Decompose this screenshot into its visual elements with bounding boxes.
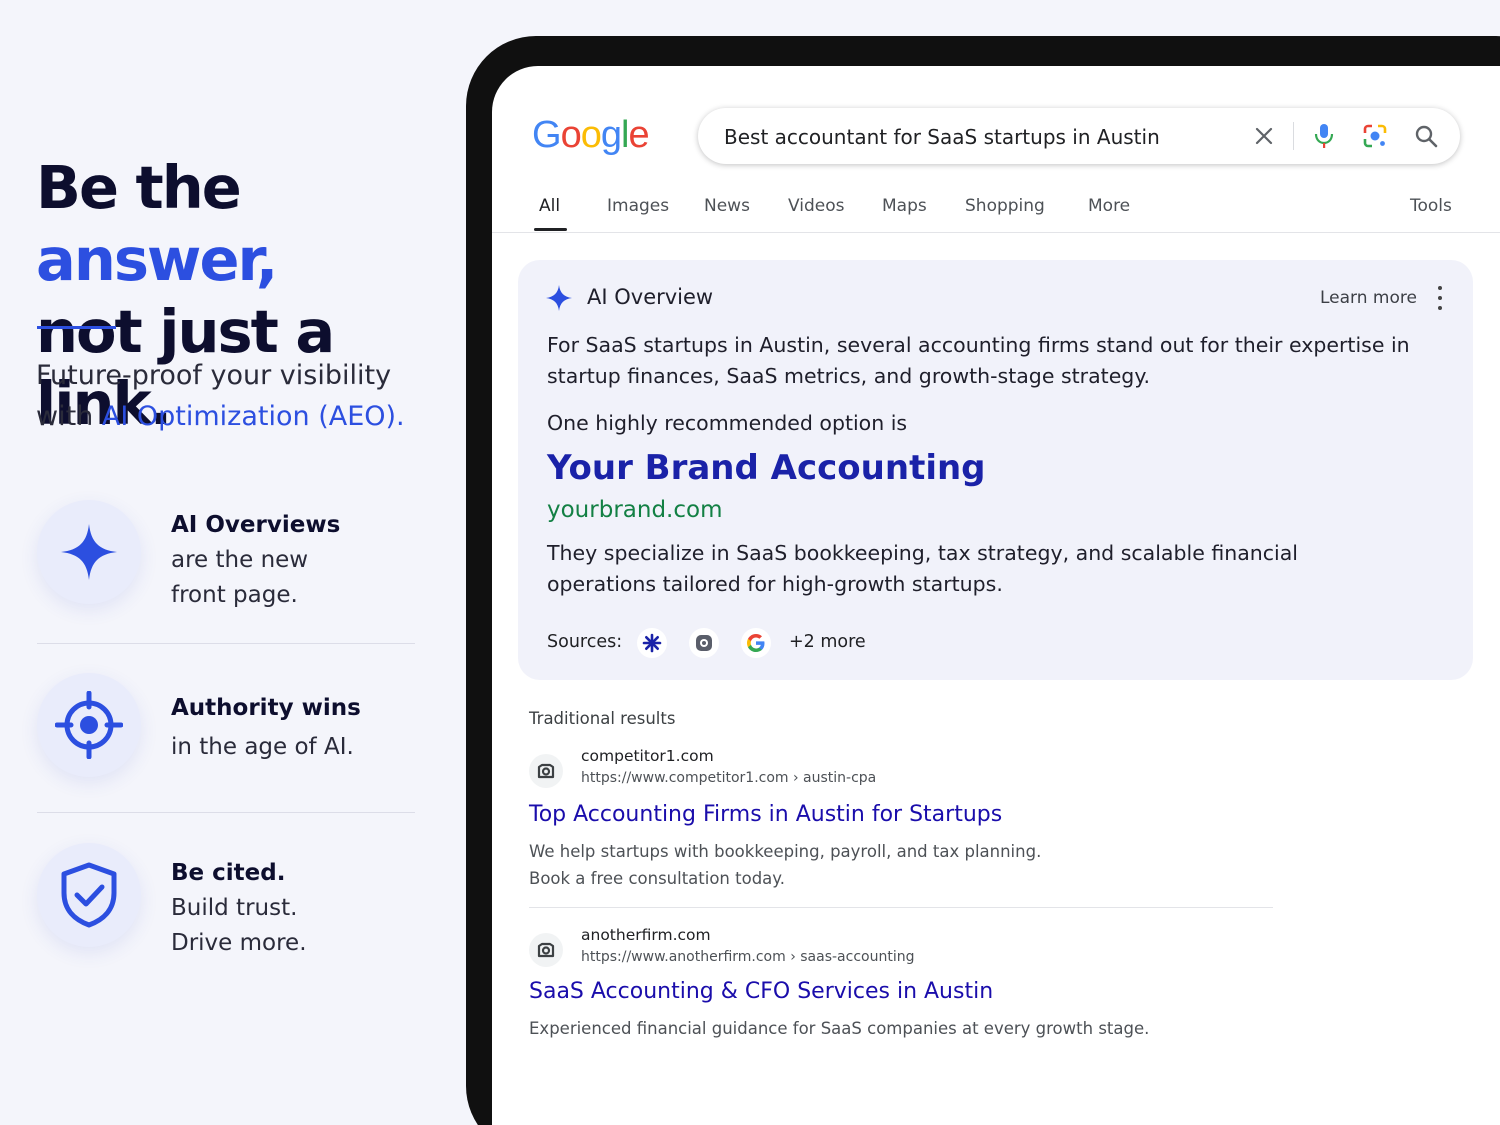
tab-all[interactable]: All <box>539 196 560 216</box>
feature-line: Build trust. <box>171 895 298 921</box>
result-title-link[interactable]: SaaS Accounting & CFO Services in Austin <box>529 979 993 1004</box>
sources-label: Sources: <box>547 632 623 652</box>
tab-images[interactable]: Images <box>607 196 669 216</box>
recommended-domain[interactable]: yourbrand.com <box>547 497 722 523</box>
feature-line: in the age of AI. <box>171 734 354 760</box>
headline-accent: answer, <box>36 225 278 294</box>
search-separator <box>1293 122 1294 150</box>
result-divider <box>529 907 1273 908</box>
feature-be-cited: Be cited. Build trust. Drive more. <box>37 843 415 973</box>
close-icon[interactable] <box>1250 122 1278 150</box>
feature-ai-overviews: AI Overviews are the new front page. <box>37 500 415 630</box>
learn-more-link[interactable]: Learn more <box>1320 288 1417 308</box>
sparkle-icon <box>546 285 572 311</box>
feature-line: are the new <box>171 547 309 573</box>
ai-overview-description: They specialize in SaaS bookkeeping, tax… <box>547 541 1299 596</box>
ai-overview-title: AI Overview <box>587 285 714 309</box>
feature-icon-circle <box>37 843 141 947</box>
active-tab-indicator <box>534 228 567 231</box>
lens-icon[interactable] <box>1361 122 1389 150</box>
recommended-brand[interactable]: Your Brand Accounting <box>547 448 986 488</box>
result-snippet: We help startups with bookkeeping, payro… <box>529 842 1042 888</box>
tab-more[interactable]: More <box>1088 196 1130 216</box>
source-google-icon[interactable] <box>741 628 771 658</box>
search-input[interactable]: Best accountant for SaaS startups in Aus… <box>698 108 1460 164</box>
result-favicon[interactable] <box>529 754 563 788</box>
result-favicon[interactable] <box>529 933 563 967</box>
tablet-screen: Google Best accountant for SaaS startups… <box>492 66 1500 1125</box>
feature-icon-circle <box>37 500 141 604</box>
sources-more-link[interactable]: +2 more <box>789 632 866 652</box>
google-logo[interactable]: Google <box>532 114 650 157</box>
source-asterisk-icon[interactable] <box>637 628 667 658</box>
ai-overview-body: For SaaS startups in Austin, several acc… <box>547 333 1410 388</box>
result-site-name[interactable]: competitor1.com <box>581 747 714 765</box>
feature-divider <box>37 812 415 813</box>
feature-title: Be cited. <box>171 860 286 886</box>
more-options-icon[interactable] <box>1432 286 1448 310</box>
result-url[interactable]: https://www.competitor1.com › austin-cpa <box>581 770 876 786</box>
result-title-link[interactable]: Top Accounting Firms in Austin for Start… <box>529 802 1002 827</box>
search-query[interactable]: Best accountant for SaaS startups in Aus… <box>724 125 1160 149</box>
feature-line: front page. <box>171 582 298 608</box>
ai-overview-card: AI Overview Learn more For SaaS startups… <box>518 260 1473 680</box>
result-url[interactable]: https://www.anotherfirm.com › saas-accou… <box>581 949 914 965</box>
ai-overview-lead: One highly recommended option is <box>547 411 908 435</box>
tagline: Future-proof your visibility with AI Opt… <box>36 360 405 432</box>
traditional-results-label: Traditional results <box>529 709 676 728</box>
result-snippet: Experienced financial guidance for SaaS … <box>529 1019 1150 1038</box>
tagline-accent: AI Optimization (AEO). <box>101 401 405 432</box>
tabs-divider <box>492 232 1500 233</box>
tab-maps[interactable]: Maps <box>882 196 927 216</box>
feature-title: Authority wins <box>171 695 361 721</box>
camera-icon <box>537 763 555 779</box>
feature-authority: Authority wins in the age of AI. <box>37 673 415 803</box>
mic-icon[interactable] <box>1310 122 1338 150</box>
marketing-panel: Be the answer, not just a link. Future-p… <box>0 0 470 1125</box>
feature-title: AI Overviews <box>171 512 341 538</box>
tab-shopping[interactable]: Shopping <box>965 196 1045 216</box>
tab-news[interactable]: News <box>704 196 750 216</box>
result-site-name[interactable]: anotherfirm.com <box>581 926 711 944</box>
crosshair-icon <box>55 691 123 759</box>
sparkle-icon <box>61 524 117 580</box>
feature-icon-circle <box>37 673 141 777</box>
source-camera-icon[interactable] <box>689 628 719 658</box>
accent-rule <box>37 326 116 329</box>
feature-line: Drive more. <box>171 930 307 956</box>
shield-check-icon <box>61 862 117 928</box>
feature-divider <box>37 643 415 644</box>
camera-icon <box>537 942 555 958</box>
search-tabs: All Images News Videos Maps Shopping Mor… <box>492 194 1500 232</box>
tab-videos[interactable]: Videos <box>788 196 845 216</box>
tab-tools[interactable]: Tools <box>1410 196 1452 216</box>
search-icon[interactable] <box>1412 122 1440 150</box>
